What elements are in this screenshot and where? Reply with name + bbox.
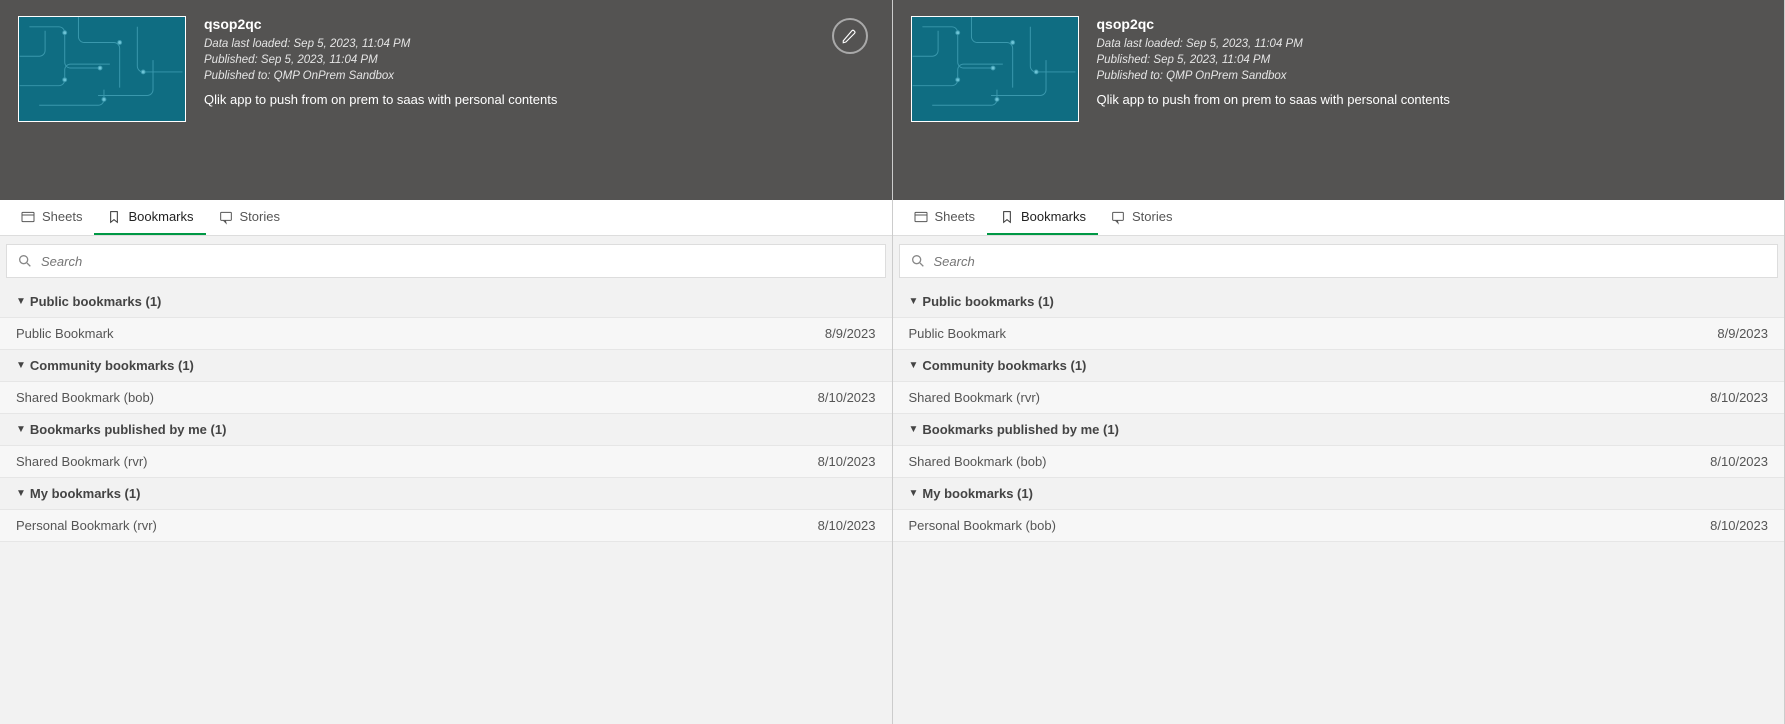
- bookmark-icon: [106, 209, 122, 225]
- item-date: 8/9/2023: [825, 326, 876, 341]
- tabs: Sheets Bookmarks Stories: [0, 200, 892, 236]
- group-published-by-me[interactable]: ▼ Bookmarks published by me (1): [0, 414, 892, 446]
- group-label: Bookmarks published by me (1): [922, 422, 1119, 437]
- bookmark-item[interactable]: Shared Bookmark (bob) 8/10/2023: [0, 382, 892, 414]
- group-label: My bookmarks (1): [922, 486, 1033, 501]
- bookmark-item[interactable]: Shared Bookmark (rvr) 8/10/2023: [893, 382, 1785, 414]
- app-header: qsop2qc Data last loaded: Sep 5, 2023, 1…: [893, 0, 1785, 200]
- item-name: Personal Bookmark (rvr): [16, 518, 157, 533]
- search-input[interactable]: [41, 254, 875, 269]
- item-date: 8/10/2023: [818, 454, 876, 469]
- chevron-down-icon: ▼: [909, 488, 919, 499]
- group-label: Bookmarks published by me (1): [30, 422, 227, 437]
- tabs: Sheets Bookmarks Stories: [893, 200, 1785, 236]
- tab-sheets[interactable]: Sheets: [8, 200, 94, 235]
- tab-stories-label: Stories: [1132, 209, 1172, 224]
- search-bar[interactable]: [899, 244, 1779, 278]
- bookmark-icon: [999, 209, 1015, 225]
- group-community[interactable]: ▼ Community bookmarks (1): [0, 350, 892, 382]
- app-header: qsop2qc Data last loaded: Sep 5, 2023, 1…: [0, 0, 892, 200]
- item-name: Shared Bookmark (rvr): [909, 390, 1040, 405]
- tab-sheets[interactable]: Sheets: [901, 200, 987, 235]
- right-pane: qsop2qc Data last loaded: Sep 5, 2023, 1…: [893, 0, 1785, 724]
- app-title: qsop2qc: [204, 16, 874, 32]
- tab-sheets-label: Sheets: [935, 209, 975, 224]
- bookmark-item[interactable]: Personal Bookmark (bob) 8/10/2023: [893, 510, 1785, 542]
- meta-published: Published: Sep 5, 2023, 11:04 PM: [1097, 52, 1767, 68]
- search-bar[interactable]: [6, 244, 886, 278]
- app-thumbnail: [911, 16, 1079, 122]
- bookmark-item[interactable]: Personal Bookmark (rvr) 8/10/2023: [0, 510, 892, 542]
- item-date: 8/10/2023: [818, 518, 876, 533]
- meta-published-to: Published to: QMP OnPrem Sandbox: [204, 68, 874, 84]
- bookmark-list: ▼Public bookmarks (1) Public Bookmark8/9…: [893, 286, 1785, 724]
- bookmark-item[interactable]: Shared Bookmark (bob) 8/10/2023: [893, 446, 1785, 478]
- item-name: Personal Bookmark (bob): [909, 518, 1056, 533]
- group-public[interactable]: ▼ Public bookmarks (1): [0, 286, 892, 318]
- item-date: 8/10/2023: [1710, 454, 1768, 469]
- item-name: Shared Bookmark (rvr): [16, 454, 147, 469]
- item-name: Shared Bookmark (bob): [16, 390, 154, 405]
- app-title: qsop2qc: [1097, 16, 1767, 32]
- chevron-down-icon: ▼: [909, 296, 919, 307]
- item-date: 8/10/2023: [1710, 518, 1768, 533]
- chevron-down-icon: ▼: [16, 488, 26, 499]
- group-published-by-me[interactable]: ▼Bookmarks published by me (1): [893, 414, 1785, 446]
- stories-icon: [218, 209, 234, 225]
- bookmark-item[interactable]: Public Bookmark 8/9/2023: [0, 318, 892, 350]
- bookmark-item[interactable]: Shared Bookmark (rvr) 8/10/2023: [0, 446, 892, 478]
- group-label: Public bookmarks (1): [922, 294, 1053, 309]
- bookmark-item[interactable]: Public Bookmark 8/9/2023: [893, 318, 1785, 350]
- search-input[interactable]: [934, 254, 1768, 269]
- tab-stories[interactable]: Stories: [1098, 200, 1184, 235]
- tab-sheets-label: Sheets: [42, 209, 82, 224]
- search-icon: [910, 253, 926, 269]
- group-label: My bookmarks (1): [30, 486, 141, 501]
- search-icon: [17, 253, 33, 269]
- tab-stories[interactable]: Stories: [206, 200, 292, 235]
- tab-bookmarks[interactable]: Bookmarks: [94, 200, 205, 235]
- app-meta: qsop2qc Data last loaded: Sep 5, 2023, 1…: [204, 16, 874, 200]
- group-label: Public bookmarks (1): [30, 294, 161, 309]
- group-my-bookmarks[interactable]: ▼My bookmarks (1): [893, 478, 1785, 510]
- item-date: 8/10/2023: [1710, 390, 1768, 405]
- group-label: Community bookmarks (1): [922, 358, 1086, 373]
- chevron-down-icon: ▼: [16, 360, 26, 371]
- meta-data-loaded: Data last loaded: Sep 5, 2023, 11:04 PM: [1097, 36, 1767, 52]
- meta-published-to: Published to: QMP OnPrem Sandbox: [1097, 68, 1767, 84]
- meta-data-loaded: Data last loaded: Sep 5, 2023, 11:04 PM: [204, 36, 874, 52]
- chevron-down-icon: ▼: [909, 360, 919, 371]
- group-public[interactable]: ▼Public bookmarks (1): [893, 286, 1785, 318]
- app-thumbnail: [18, 16, 186, 122]
- tab-bookmarks-label: Bookmarks: [128, 209, 193, 224]
- group-label: Community bookmarks (1): [30, 358, 194, 373]
- chevron-down-icon: ▼: [16, 296, 26, 307]
- item-name: Public Bookmark: [16, 326, 114, 341]
- chevron-down-icon: ▼: [909, 424, 919, 435]
- bookmark-list: ▼ Public bookmarks (1) Public Bookmark 8/9…: [0, 286, 892, 724]
- item-name: Shared Bookmark (bob): [909, 454, 1047, 469]
- stories-icon: [1110, 209, 1126, 225]
- tab-bookmarks-label: Bookmarks: [1021, 209, 1086, 224]
- app-description: Qlik app to push from on prem to saas wi…: [1097, 92, 1767, 107]
- app-description: Qlik app to push from on prem to saas wi…: [204, 92, 874, 107]
- edit-button[interactable]: [832, 18, 868, 54]
- sheets-icon: [913, 209, 929, 225]
- meta-published: Published: Sep 5, 2023, 11:04 PM: [204, 52, 874, 68]
- pencil-icon: [841, 27, 859, 45]
- group-community[interactable]: ▼Community bookmarks (1): [893, 350, 1785, 382]
- item-date: 8/10/2023: [818, 390, 876, 405]
- app-meta: qsop2qc Data last loaded: Sep 5, 2023, 1…: [1097, 16, 1767, 200]
- item-name: Public Bookmark: [909, 326, 1007, 341]
- chevron-down-icon: ▼: [16, 424, 26, 435]
- item-date: 8/9/2023: [1717, 326, 1768, 341]
- group-my-bookmarks[interactable]: ▼ My bookmarks (1): [0, 478, 892, 510]
- left-pane: qsop2qc Data last loaded: Sep 5, 2023, 1…: [0, 0, 893, 724]
- tab-bookmarks[interactable]: Bookmarks: [987, 200, 1098, 235]
- tab-stories-label: Stories: [240, 209, 280, 224]
- sheets-icon: [20, 209, 36, 225]
